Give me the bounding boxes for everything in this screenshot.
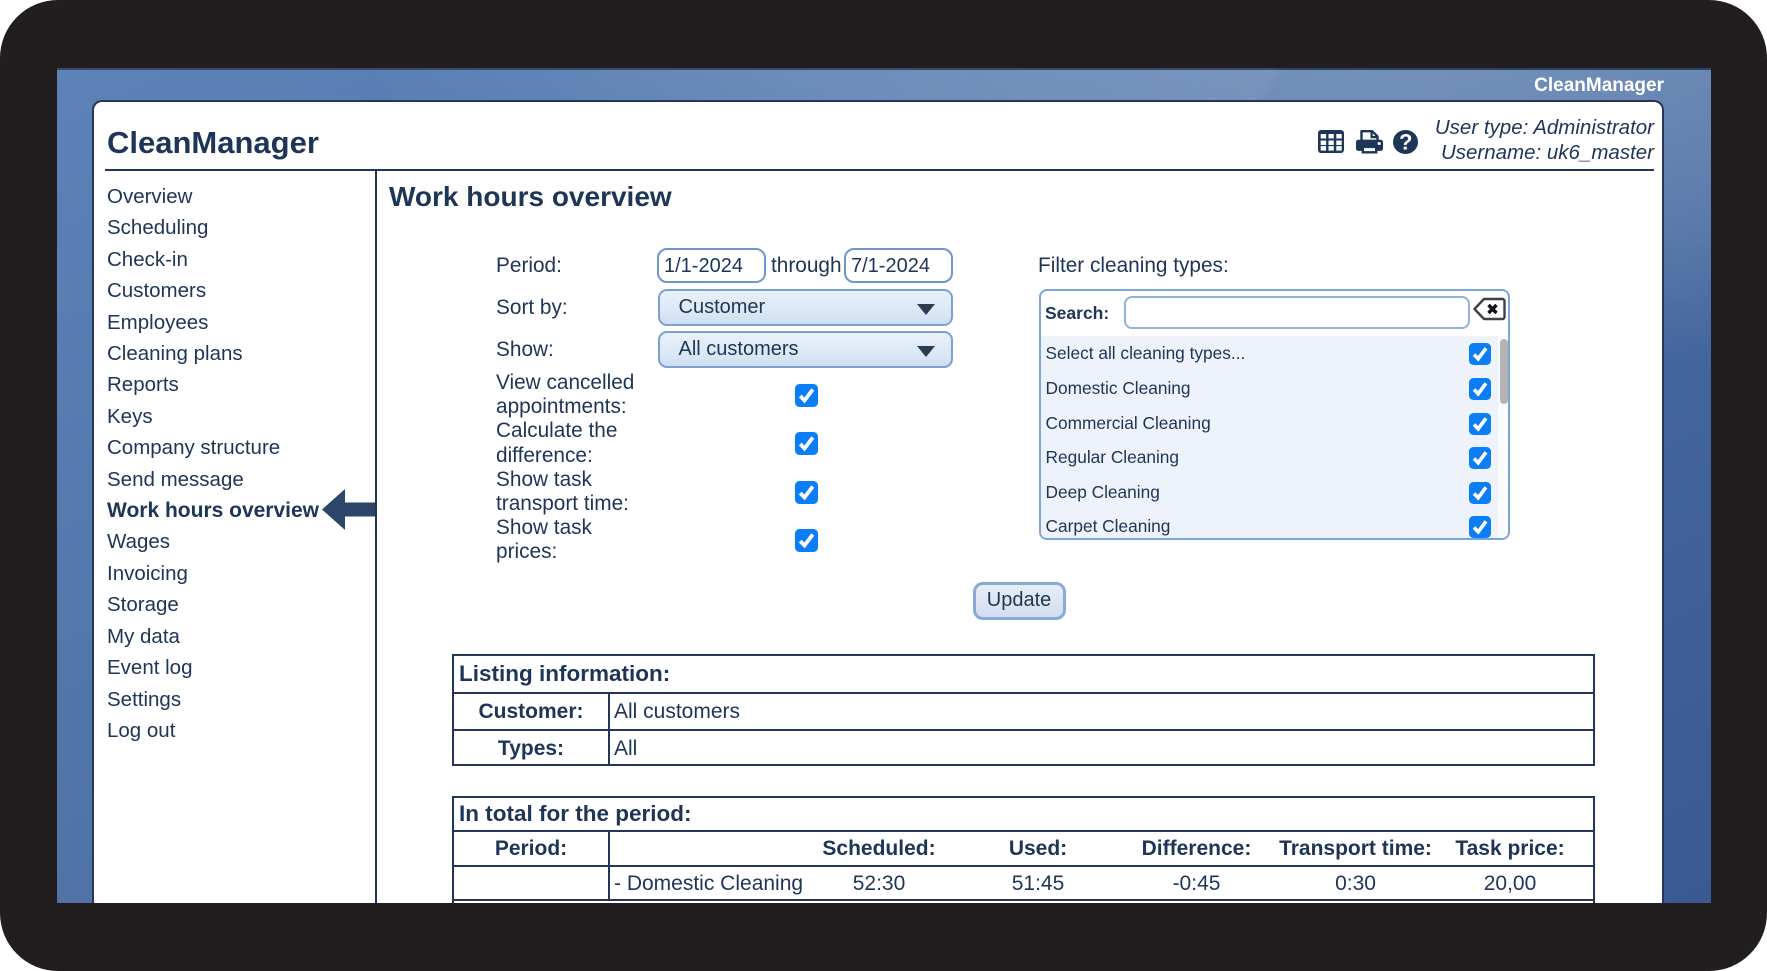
svg-text:?: ? xyxy=(1399,130,1412,154)
